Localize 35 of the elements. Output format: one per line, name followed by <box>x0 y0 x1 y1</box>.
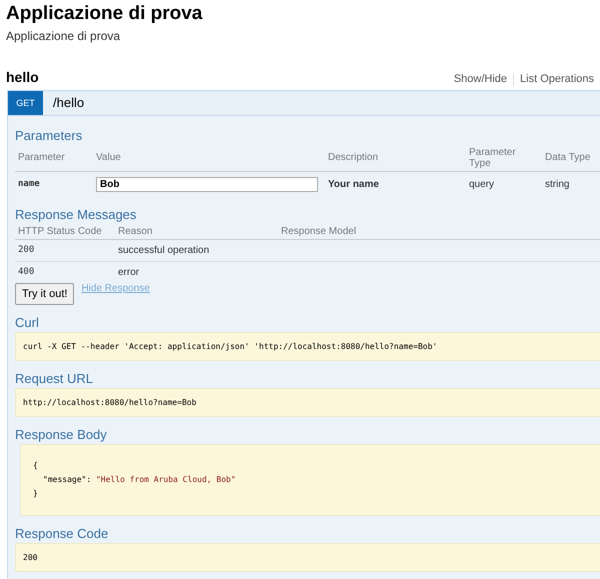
response-code: 200 <box>15 542 600 572</box>
parameter-description: Your name <box>325 171 466 196</box>
section-heading: Parameters <box>15 128 84 142</box>
try-button[interactable]: Try it out! <box>15 282 74 304</box>
column-header: Parameter Type <box>466 144 542 171</box>
section-heading: Curl <box>15 314 40 330</box>
method-badge[interactable]: GET <box>8 90 43 114</box>
parameter-type: query <box>466 171 542 196</box>
section-heading: Response Code <box>15 526 110 540</box>
resource-link[interactable]: Show/Hide <box>454 73 508 85</box>
resource-title: hello <box>6 69 39 85</box>
column-header: HTTP Status Code <box>15 224 115 239</box>
request-url: http://localhost:8080/hello?name=Bob <box>15 388 600 416</box>
operation-path[interactable]: /hello <box>53 95 84 110</box>
page-title: Applicazione di prova <box>6 2 204 26</box>
resource-link[interactable]: List Operations <box>520 73 594 85</box>
reason: successful operation <box>115 239 278 261</box>
section-heading: Request URL <box>15 370 94 386</box>
column-header: Data Type <box>542 144 600 171</box>
page-description: Applicazione di prova <box>6 29 122 43</box>
column-header: Reason <box>115 224 278 239</box>
reason: error <box>115 261 278 282</box>
status-code: 200 <box>15 239 115 261</box>
column-header: Response Model <box>278 224 600 239</box>
section-heading: Response Messages <box>15 206 138 222</box>
column-header: Parameter <box>15 144 93 171</box>
column-header: Description <box>325 144 466 171</box>
status-code: 400 <box>15 261 115 282</box>
section-heading: Response Body <box>15 426 108 442</box>
parameter-name: name <box>15 171 93 196</box>
parameter-input[interactable]: Bob <box>96 176 318 192</box>
column-header: Value <box>93 144 325 171</box>
data-type: string <box>542 171 600 196</box>
response-body: { "message": "Hello from Aruba Cloud, Bob" } <box>20 444 600 516</box>
curl-command: curl -X GET --header 'Accept: application/json' 'http://localhost:8080/hello?name=Bob' <box>15 332 600 360</box>
